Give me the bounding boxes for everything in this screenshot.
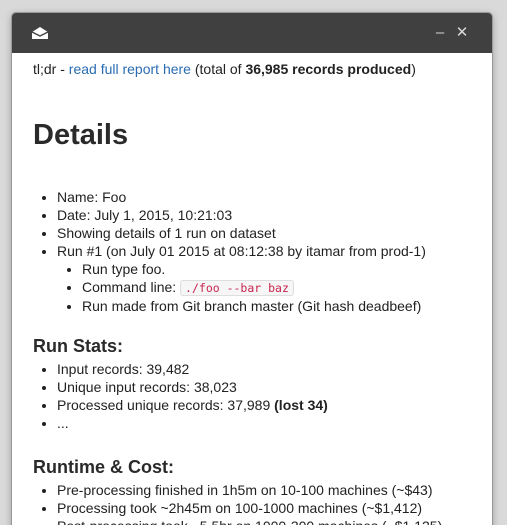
- runtime-list: Pre-processing finished in 1h5m on 10-10…: [33, 481, 492, 525]
- minimize-icon: ‒: [435, 24, 445, 41]
- page-title: Details: [33, 119, 129, 151]
- run-command-line: Command line: ./foo --bar baz: [82, 278, 492, 297]
- report-body: tl;dr - read full report here (total of …: [12, 53, 492, 525]
- command-line-code: ./foo --bar baz: [180, 280, 294, 296]
- detail-run-text: Run #1 (on July 01 2015 at 08:12:38 by i…: [57, 243, 426, 259]
- details-list: Name: Foo Date: July 1, 2015, 10:21:03 S…: [33, 188, 492, 315]
- title-bar[interactable]: ‒ ✕: [12, 13, 492, 53]
- full-report-link[interactable]: read full report here: [69, 61, 191, 77]
- runtime-post: Post-processing took ~5.5hr on 1000-300 …: [57, 517, 492, 525]
- report-window: ‒ ✕ tl;dr - read full report here (total…: [12, 13, 492, 525]
- run-type: Run type foo.: [82, 260, 492, 278]
- run-git: Run made from Git branch master (Git has…: [82, 297, 492, 315]
- detail-showing: Showing details of 1 run on dataset: [57, 224, 492, 242]
- stat-processed-text: Processed unique records: 37,989: [57, 397, 275, 413]
- tldr-prefix: tl;dr -: [33, 61, 69, 77]
- stat-unique: Unique input records: 38,023: [57, 378, 492, 396]
- run-stats-heading: Run Stats:: [33, 336, 123, 356]
- close-button[interactable]: ✕: [453, 23, 471, 43]
- close-icon: ✕: [455, 24, 469, 41]
- detail-run: Run #1 (on July 01 2015 at 08:12:38 by i…: [57, 242, 492, 315]
- envelope-icon: [31, 26, 49, 40]
- stat-lost: (lost 34): [274, 397, 328, 413]
- stat-input: Input records: 39,482: [57, 360, 492, 378]
- detail-name: Name: Foo: [57, 188, 492, 206]
- run-sublist: Run type foo. Command line: ./foo --bar …: [57, 260, 492, 315]
- tldr-middle: (total of: [190, 61, 246, 77]
- tldr-line: tl;dr - read full report here (total of …: [33, 60, 492, 78]
- runtime-cost-heading: Runtime & Cost:: [33, 457, 174, 477]
- detail-date: Date: July 1, 2015, 10:21:03: [57, 206, 492, 224]
- run-stats-list: Input records: 39,482 Unique input recor…: [33, 360, 492, 432]
- command-line-label: Command line:: [82, 279, 181, 295]
- stat-more: ...: [57, 414, 492, 432]
- tldr-suffix: ): [411, 61, 416, 77]
- runtime-pre: Pre-processing finished in 1h5m on 10-10…: [57, 481, 492, 499]
- tldr-total: 36,985 records produced: [245, 61, 412, 77]
- runtime-processing: Processing took ~2h45m on 100-1000 machi…: [57, 499, 492, 517]
- stat-processed: Processed unique records: 37,989 (lost 3…: [57, 396, 492, 414]
- minimize-button[interactable]: ‒: [431, 23, 449, 43]
